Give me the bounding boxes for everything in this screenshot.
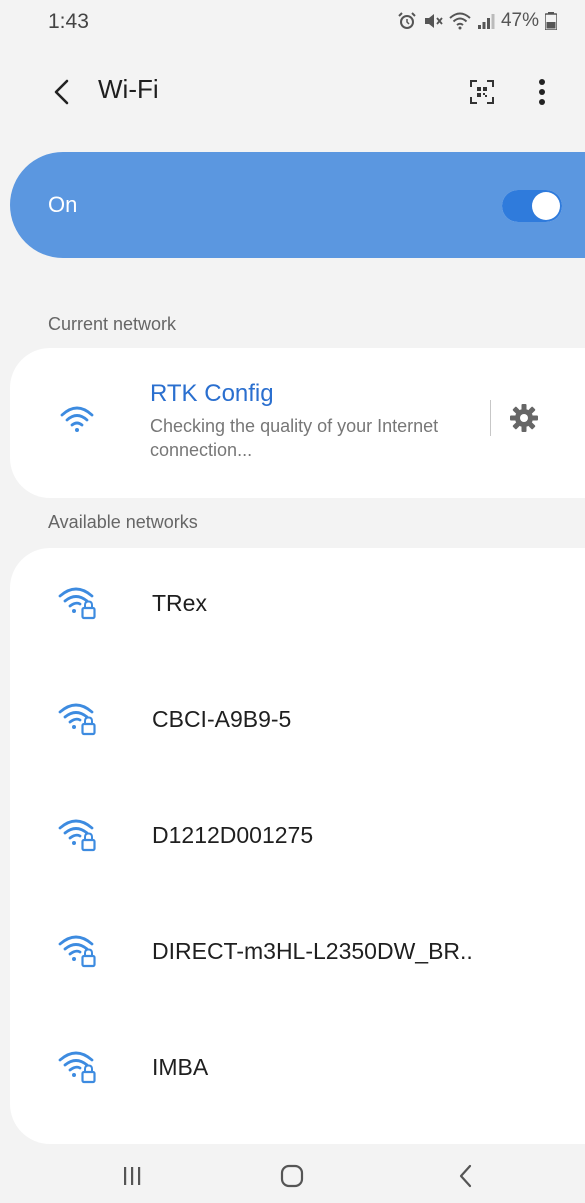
qr-scan-icon xyxy=(470,80,494,104)
battery-icon xyxy=(545,12,557,30)
status-time: 1:43 xyxy=(48,10,89,33)
wifi-locked-icon xyxy=(58,819,96,852)
more-options-button[interactable] xyxy=(528,74,556,110)
back-button[interactable] xyxy=(44,74,80,110)
network-name: TRex xyxy=(152,590,207,616)
back-chevron-icon xyxy=(54,79,69,105)
status-icons: 47% xyxy=(397,10,557,32)
wifi-toggle-switch[interactable] xyxy=(502,190,562,222)
wifi-locked-icon xyxy=(58,935,96,968)
signal-icon xyxy=(477,14,495,29)
toggle-thumb xyxy=(532,192,560,220)
network-name: CBCI-A9B9-5 xyxy=(152,706,292,732)
qr-scan-button[interactable] xyxy=(466,76,498,108)
battery-percent: 47% xyxy=(500,10,539,31)
wifi-toggle-label: On xyxy=(48,192,78,217)
navigation-bar xyxy=(0,1150,585,1203)
network-item[interactable]: DIRECT-m3HL-L2350DW_BR.. xyxy=(10,896,585,1012)
alarm-icon xyxy=(398,12,416,29)
wifi-locked-icon xyxy=(58,703,96,736)
wifi-locked-icon xyxy=(58,587,96,620)
mute-icon xyxy=(424,14,443,28)
nav-back-button[interactable] xyxy=(446,1160,486,1192)
divider xyxy=(490,400,491,436)
home-button[interactable] xyxy=(272,1160,312,1192)
available-networks-header: Available networks xyxy=(48,512,198,532)
recents-button[interactable] xyxy=(112,1160,152,1192)
app-bar: Wi-Fi xyxy=(0,60,585,124)
back-icon xyxy=(459,1164,472,1188)
wifi-icon xyxy=(449,12,471,30)
wifi-toggle-card[interactable]: On xyxy=(10,152,585,258)
gear-icon xyxy=(510,404,538,432)
network-name: D1212D001275 xyxy=(152,822,314,848)
current-network-card[interactable]: RTK Config Checking the quality of your … xyxy=(10,348,585,498)
network-name: IMBA xyxy=(152,1054,209,1080)
network-settings-button[interactable] xyxy=(506,400,542,436)
network-name: DIRECT-m3HL-L2350DW_BR.. xyxy=(152,938,473,964)
wifi-icon xyxy=(60,406,94,432)
network-item[interactable]: TRex xyxy=(10,548,585,664)
status-bar: 1:43 47% xyxy=(0,0,585,46)
recents-icon xyxy=(124,1167,141,1185)
network-item[interactable]: D1212D001275 xyxy=(10,780,585,896)
current-network-status: Checking the quality of your Internet co… xyxy=(150,416,439,460)
wifi-locked-icon xyxy=(58,1051,96,1084)
more-vertical-icon xyxy=(539,79,545,105)
home-icon xyxy=(280,1164,304,1188)
current-network-name: RTK Config xyxy=(150,380,274,407)
network-item[interactable]: IMBA xyxy=(10,1012,585,1128)
current-network-header: Current network xyxy=(48,314,177,334)
page-title: Wi-Fi xyxy=(98,74,159,104)
network-item[interactable]: CBCI-A9B9-5 xyxy=(10,664,585,780)
available-networks-list: TRex CBCI-A9B9-5 D1212D001275 DIRECT-m3H… xyxy=(10,548,585,1144)
